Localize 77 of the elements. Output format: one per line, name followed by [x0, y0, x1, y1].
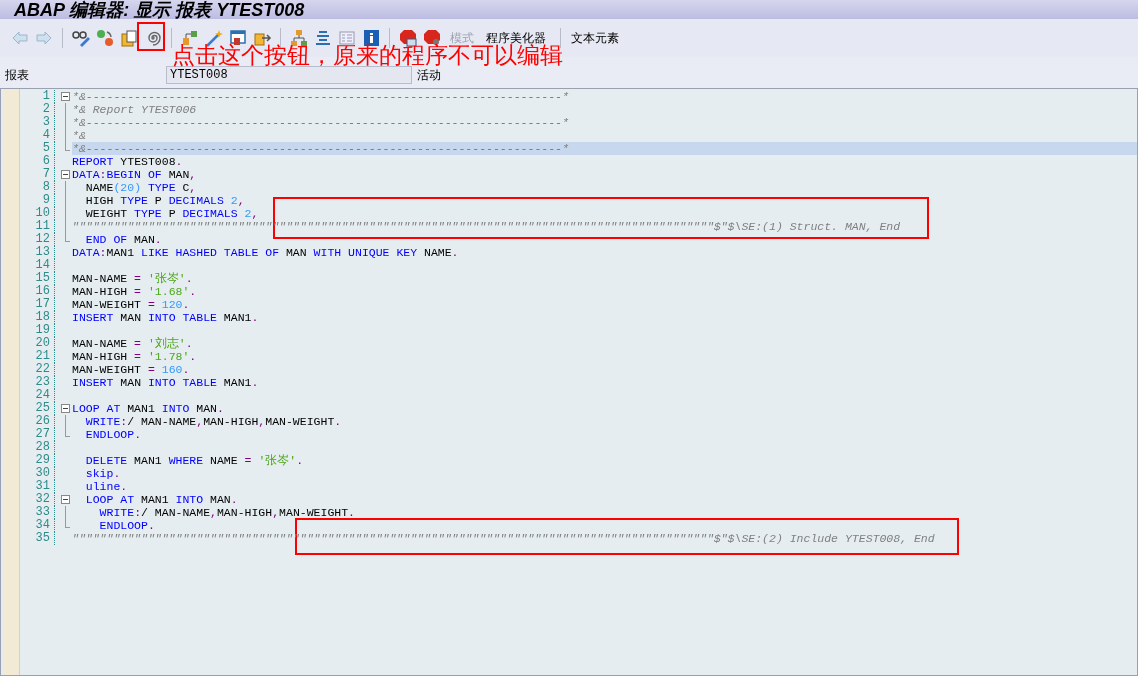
line-number: 22 [34, 363, 50, 376]
line-number: 9 [41, 194, 50, 207]
line-number: 35 [34, 532, 50, 545]
status-text: 活动 [417, 67, 441, 84]
line-number: 8 [41, 181, 50, 194]
code-line: WEIGHT TYPE P DECIMALS 2, [84, 207, 259, 220]
toolbar-button[interactable]: 文本元素 [565, 27, 625, 49]
line-number: 2 [41, 103, 50, 116]
program-field[interactable]: YTEST008 [166, 66, 412, 84]
line-number: 19 [34, 324, 50, 337]
code-line: DATA:BEGIN OF MAN, [72, 168, 197, 181]
code-line: skip. [84, 467, 121, 480]
line-number: 18 [34, 311, 50, 324]
line-number: 10 [34, 207, 50, 220]
code-line: *&---------------------------------------------------------------------* [72, 116, 569, 129]
field-label: 报表 [4, 67, 30, 84]
code-line: MAN-HIGH = '1.68'. [72, 285, 197, 298]
line-number: 27 [34, 428, 50, 441]
code-line: MAN-HIGH = '1.78'. [72, 350, 197, 363]
highlight-frame [137, 22, 165, 51]
line-number: 24 [34, 389, 50, 402]
code-line: LOOP AT MAN1 INTO MAN. [72, 402, 224, 415]
code-line: uline. [84, 480, 128, 493]
line-number: 28 [34, 441, 50, 454]
line-number: 3 [41, 116, 50, 129]
collapse-icon[interactable] [60, 404, 70, 413]
code-line: *&---------------------------------------------------------------------* [72, 90, 569, 103]
code-line: *&---------------------------------------------------------------------* [72, 142, 569, 155]
code-line: END OF MAN. [84, 233, 162, 246]
line-number: 13 [34, 246, 50, 259]
code-line: DELETE MAN1 WHERE NAME = '张岑'. [84, 454, 304, 467]
collapse-icon[interactable] [60, 495, 70, 504]
code-line: NAME(20) TYPE C, [84, 181, 197, 194]
code-line: INSERT MAN INTO TABLE MAN1. [72, 376, 259, 389]
clipboard-icon[interactable] [119, 28, 139, 48]
code-line: MAN-NAME = '刘志'. [72, 337, 193, 350]
line-number: 12 [34, 233, 50, 246]
code-line: WRITE:/ MAN-NAME,MAN-HIGH,MAN-WEIGHT. [98, 506, 355, 519]
line-number: 14 [34, 259, 50, 272]
line-number: 6 [41, 155, 50, 168]
code-line: *& Report YTEST006 [72, 103, 197, 116]
stacked-lines-icon[interactable] [313, 28, 333, 48]
line-number: 21 [34, 350, 50, 363]
line-number: 5 [41, 142, 50, 155]
line-number: 20 [34, 337, 50, 350]
glasses-pencil-icon[interactable] [71, 28, 91, 48]
line-number: 30 [34, 467, 50, 480]
code-line: MAN-NAME = '张岑'. [72, 272, 193, 285]
line-number: 26 [34, 415, 50, 428]
line-number: 34 [34, 519, 50, 532]
code-line: DATA:MAN1 LIKE HASHED TABLE OF MAN WITH UNIQUE KEY NAME. [72, 246, 459, 259]
line-number: 31 [34, 480, 50, 493]
code-line: REPORT YTEST008. [72, 155, 183, 168]
window-title: ABAP 编辑器: 显示 报表 YTEST008 [14, 0, 305, 19]
code-line: INSERT MAN INTO TABLE MAN1. [72, 311, 259, 324]
line-number: 29 [34, 454, 50, 467]
code-line: HIGH TYPE P DECIMALS 2, [84, 194, 245, 207]
line-number: 25 [34, 402, 50, 415]
code-line: MAN-WEIGHT = 120. [72, 298, 190, 311]
line-number: 32 [34, 493, 50, 506]
line-number: 23 [34, 376, 50, 389]
code-line: *& [72, 129, 86, 142]
collapse-icon[interactable] [60, 170, 70, 179]
line-number: 16 [34, 285, 50, 298]
code-line: ENDLOOP. [98, 519, 155, 532]
code-line: LOOP AT MAN1 INTO MAN. [84, 493, 238, 506]
collapse-icon[interactable] [60, 92, 70, 101]
line-number: 7 [41, 168, 50, 181]
code-line: WRITE:/ MAN-NAME,MAN-HIGH,MAN-WEIGHT. [84, 415, 342, 428]
code-line: MAN-WEIGHT = 160. [72, 363, 190, 376]
line-number: 17 [34, 298, 50, 311]
line-number: 1 [41, 90, 50, 103]
line-number: 15 [34, 272, 50, 285]
line-number: 4 [41, 129, 50, 142]
line-number: 11 [34, 220, 50, 233]
code-line: ENDLOOP. [84, 428, 142, 441]
line-number: 33 [34, 506, 50, 519]
